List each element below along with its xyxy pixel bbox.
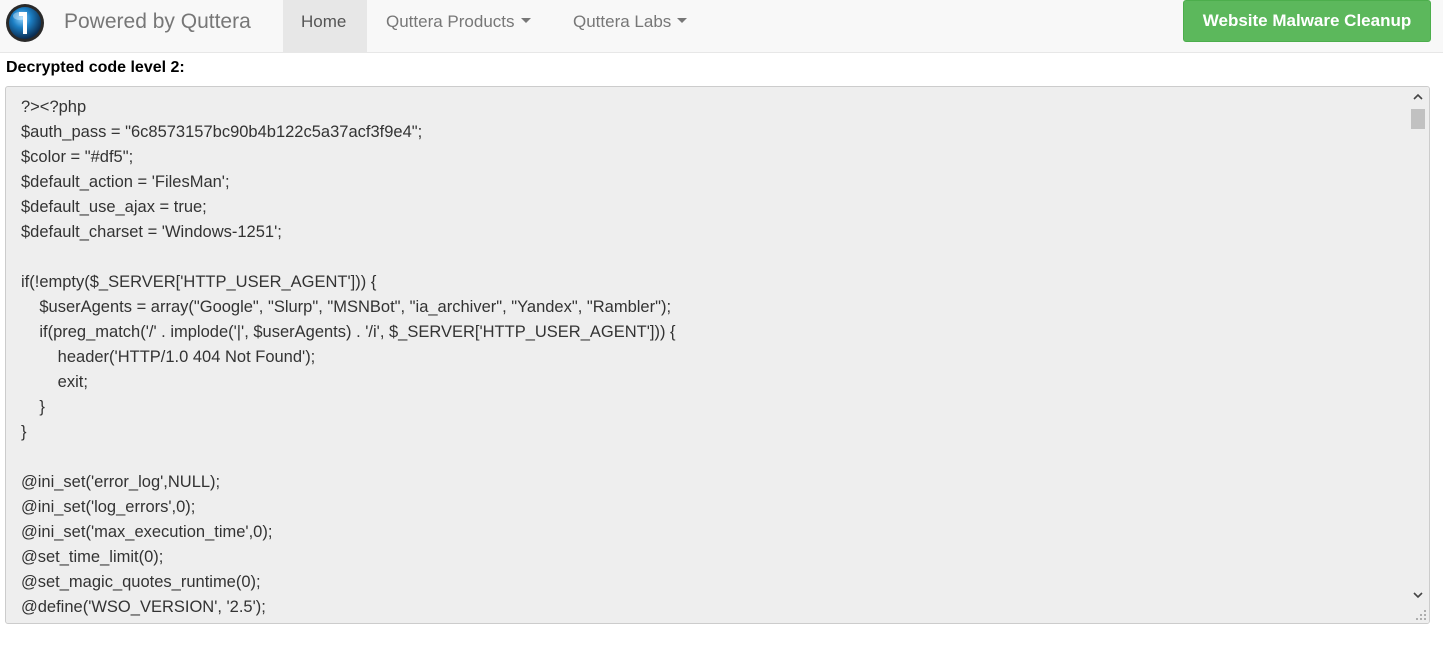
chevron-down-icon[interactable] <box>1407 585 1429 605</box>
resize-grip-icon[interactable] <box>1415 609 1427 621</box>
nav-products-label: Quttera Products <box>386 12 515 31</box>
section-heading: Decrypted code level 2: <box>6 59 185 76</box>
brand-link[interactable]: Powered by Quttera <box>64 10 251 34</box>
scrollbar-thumb[interactable] <box>1411 109 1425 129</box>
top-navbar: Powered by Quttera Home Quttera Products… <box>0 0 1443 53</box>
caret-down-icon <box>520 18 531 24</box>
nav-home-label: Home <box>301 12 347 31</box>
website-malware-cleanup-button[interactable]: Website Malware Cleanup <box>1183 0 1431 42</box>
vertical-scrollbar[interactable] <box>1407 87 1429 623</box>
nav-home[interactable]: Home <box>283 0 367 52</box>
code-content[interactable]: ?><?php $auth_pass = "6c8573157bc90b4b12… <box>21 95 1401 620</box>
nav-labs-label: Quttera Labs <box>573 12 672 31</box>
quttera-globe-icon[interactable] <box>5 3 45 43</box>
caret-down-icon <box>677 18 688 24</box>
nav-quttera-labs[interactable]: Quttera Labs <box>555 0 705 52</box>
decrypted-code-textarea[interactable]: ?><?php $auth_pass = "6c8573157bc90b4b12… <box>5 86 1430 624</box>
chevron-up-icon[interactable] <box>1407 87 1429 107</box>
nav-quttera-products[interactable]: Quttera Products <box>368 0 549 52</box>
